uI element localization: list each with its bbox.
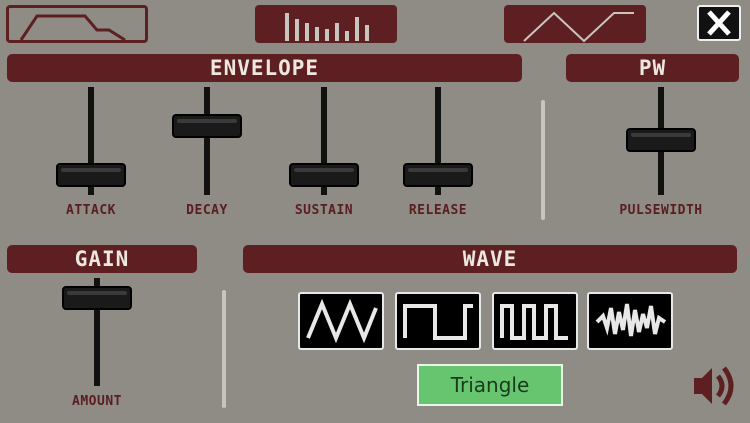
noise-wave-icon xyxy=(595,303,667,337)
divider xyxy=(222,290,226,408)
slider-knob[interactable] xyxy=(62,286,132,310)
slider-knob[interactable] xyxy=(289,163,359,187)
tab-envelope-view[interactable] xyxy=(6,5,148,43)
pulse-wave-icon xyxy=(500,304,568,340)
release-label: RELEASE xyxy=(408,203,468,218)
sustain-slider[interactable] xyxy=(289,87,359,195)
speaker-icon[interactable] xyxy=(690,362,740,410)
decay-label: DECAY xyxy=(186,203,228,218)
slider-knob[interactable] xyxy=(403,163,473,187)
gain-amount-slider[interactable] xyxy=(62,278,132,386)
sustain-label: SUSTAIN xyxy=(294,203,354,218)
attack-label: ATTACK xyxy=(66,203,116,218)
triangle-wave-icon xyxy=(523,11,634,43)
close-button[interactable] xyxy=(697,5,741,41)
gain-header: GAIN xyxy=(7,245,197,273)
slider-knob[interactable] xyxy=(626,128,696,152)
noise-wave-button[interactable] xyxy=(587,292,673,350)
square-wave-icon xyxy=(403,304,473,340)
slider-knob[interactable] xyxy=(172,114,242,138)
divider xyxy=(541,100,545,220)
slider-knob[interactable] xyxy=(56,163,126,187)
amount-label: AMOUNT xyxy=(72,394,122,409)
decay-slider[interactable] xyxy=(172,87,242,195)
pulse-wave-button[interactable] xyxy=(492,292,578,350)
bars-icon xyxy=(285,13,369,41)
close-icon xyxy=(707,10,731,36)
wave-header: WAVE xyxy=(243,245,737,273)
pulsewidth-slider[interactable] xyxy=(626,87,696,195)
envelope-shape-icon xyxy=(19,14,126,42)
selected-wave-label[interactable]: Triangle xyxy=(417,364,563,406)
pulsewidth-label: PULSEWIDTH xyxy=(619,203,703,218)
pw-header: PW xyxy=(566,54,739,82)
triangle-wave-icon xyxy=(306,298,378,344)
tab-mixer-view[interactable] xyxy=(255,5,397,43)
tab-wave-view[interactable] xyxy=(504,5,646,43)
square-wave-button[interactable] xyxy=(395,292,481,350)
triangle-wave-button[interactable] xyxy=(298,292,384,350)
envelope-header: ENVELOPE xyxy=(7,54,522,82)
release-slider[interactable] xyxy=(403,87,473,195)
attack-slider[interactable] xyxy=(56,87,126,195)
